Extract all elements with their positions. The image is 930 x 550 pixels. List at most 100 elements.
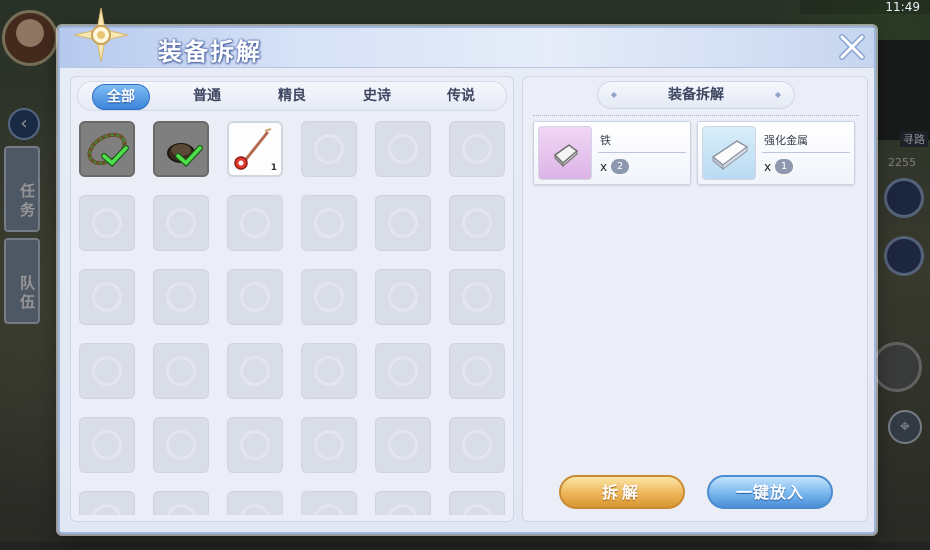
star-emblem-icon (74, 8, 128, 62)
diamond-right-icon: ◆ (774, 90, 782, 99)
inventory-slot-empty (227, 195, 283, 251)
material-x: x (764, 160, 772, 174)
empty-slot-placeholder-icon (462, 282, 492, 312)
empty-slot-placeholder-icon (388, 282, 418, 312)
result-panel-header: ◆ 装备拆解 ◆ (597, 81, 795, 109)
inventory-slot-empty (153, 343, 209, 399)
reinforced-metal-icon-frame (702, 126, 756, 180)
result-panel-title: 装备拆解 (668, 87, 724, 103)
tab-all[interactable]: 全部 (92, 84, 150, 110)
inventory-slot-empty (375, 269, 431, 325)
empty-slot-placeholder-icon (240, 356, 270, 386)
material-x: x (600, 160, 608, 174)
inventory-slot-empty (449, 269, 505, 325)
inventory-slot-empty (79, 269, 135, 325)
material-name: 强化金属 (764, 134, 808, 147)
inventory-slot-red-staff[interactable]: 1 (227, 121, 283, 177)
empty-slot-placeholder-icon (240, 430, 270, 460)
inventory-grid: 1 (77, 117, 507, 515)
inventory-slot-empty (153, 491, 209, 515)
material-count-badge: 2 (611, 159, 629, 174)
material-card-iron[interactable]: 铁 x 2 (533, 121, 691, 185)
inventory-slot-empty (227, 491, 283, 515)
dialog-header: 装备拆解 (60, 8, 874, 68)
material-count-badge: 1 (775, 159, 793, 174)
empty-slot-placeholder-icon (462, 134, 492, 164)
reinforced-metal-icon (711, 140, 749, 171)
inventory-slot-empty (375, 195, 431, 251)
dialog-title: 装备拆解 (158, 38, 262, 66)
inventory-slot-empty (301, 121, 357, 177)
empty-slot-placeholder-icon (314, 504, 344, 515)
dismantle-result-panel: ◆ 装备拆解 ◆ 铁 x 2 强化金属 x 1 拆解 一键放入 (522, 76, 868, 522)
inventory-slot-empty (79, 195, 135, 251)
inventory-slot-empty (375, 343, 431, 399)
tab-fine[interactable]: 精良 (263, 84, 321, 110)
inventory-slot-thorn-ring[interactable] (79, 121, 135, 177)
empty-slot-placeholder-icon (388, 504, 418, 515)
material-card-reinforced-metal[interactable]: 强化金属 x 1 (697, 121, 855, 185)
empty-slot-placeholder-icon (92, 504, 122, 515)
material-divider (762, 152, 850, 153)
put-all-button[interactable]: 一键放入 (707, 475, 833, 509)
inventory-slot-empty (301, 269, 357, 325)
empty-slot-placeholder-icon (166, 208, 196, 238)
empty-slot-placeholder-icon (388, 356, 418, 386)
iron-icon-frame (538, 126, 592, 180)
inventory-slot-empty (301, 195, 357, 251)
empty-slot-placeholder-icon (462, 208, 492, 238)
empty-slot-placeholder-icon (388, 430, 418, 460)
item-quantity: 1 (270, 163, 277, 173)
empty-slot-placeholder-icon (462, 504, 492, 515)
inventory-slot-empty (301, 417, 357, 473)
empty-slot-placeholder-icon (388, 208, 418, 238)
tab-legendary[interactable]: 传说 (432, 84, 490, 110)
inventory-slot-empty (449, 343, 505, 399)
inventory-slot-empty (79, 343, 135, 399)
tab-common[interactable]: 普通 (178, 84, 236, 110)
empty-slot-placeholder-icon (166, 356, 196, 386)
dismantle-button[interactable]: 拆解 (559, 475, 685, 509)
empty-slot-placeholder-icon (314, 356, 344, 386)
empty-slot-placeholder-icon (92, 430, 122, 460)
material-name: 铁 (600, 134, 611, 147)
inventory-slot-empty (227, 269, 283, 325)
empty-slot-placeholder-icon (462, 430, 492, 460)
header-divider (533, 115, 859, 116)
selected-check-icon (101, 145, 129, 167)
close-icon[interactable] (834, 30, 870, 64)
empty-slot-placeholder-icon (92, 356, 122, 386)
inventory-slot-empty (153, 417, 209, 473)
empty-slot-placeholder-icon (166, 504, 196, 515)
inventory-slot-empty (153, 195, 209, 251)
empty-slot-placeholder-icon (240, 504, 270, 515)
empty-slot-placeholder-icon (388, 134, 418, 164)
inventory-slot-dark-ring[interactable] (153, 121, 209, 177)
empty-slot-placeholder-icon (166, 282, 196, 312)
empty-slot-placeholder-icon (314, 282, 344, 312)
inventory-slot-empty (153, 269, 209, 325)
material-divider (598, 152, 686, 153)
empty-slot-placeholder-icon (166, 430, 196, 460)
inventory-slot-empty (227, 343, 283, 399)
inventory-slot-empty (79, 491, 135, 515)
inventory-panel: 全部 普通 精良 史诗 传说 1 (70, 76, 514, 522)
inventory-slot-empty (449, 417, 505, 473)
inventory-slot-empty (227, 417, 283, 473)
inventory-slot-empty (375, 121, 431, 177)
inventory-slot-empty (449, 121, 505, 177)
iron-icon (553, 144, 579, 168)
dismantle-dialog: 装备拆解 全部 普通 精良 史诗 传说 1 ◆ 装备拆解 ◆ 铁 x 2 强化金… (58, 8, 876, 534)
inventory-slot-empty (449, 491, 505, 515)
empty-slot-placeholder-icon (240, 208, 270, 238)
selected-check-icon (175, 145, 203, 167)
empty-slot-placeholder-icon (240, 282, 270, 312)
empty-slot-placeholder-icon (92, 282, 122, 312)
empty-slot-placeholder-icon (462, 356, 492, 386)
diamond-left-icon: ◆ (610, 90, 618, 99)
inventory-slot-empty (375, 491, 431, 515)
empty-slot-placeholder-icon (314, 430, 344, 460)
empty-slot-placeholder-icon (314, 134, 344, 164)
tab-epic[interactable]: 史诗 (348, 84, 406, 110)
status-time: 11:49 (800, 0, 930, 14)
